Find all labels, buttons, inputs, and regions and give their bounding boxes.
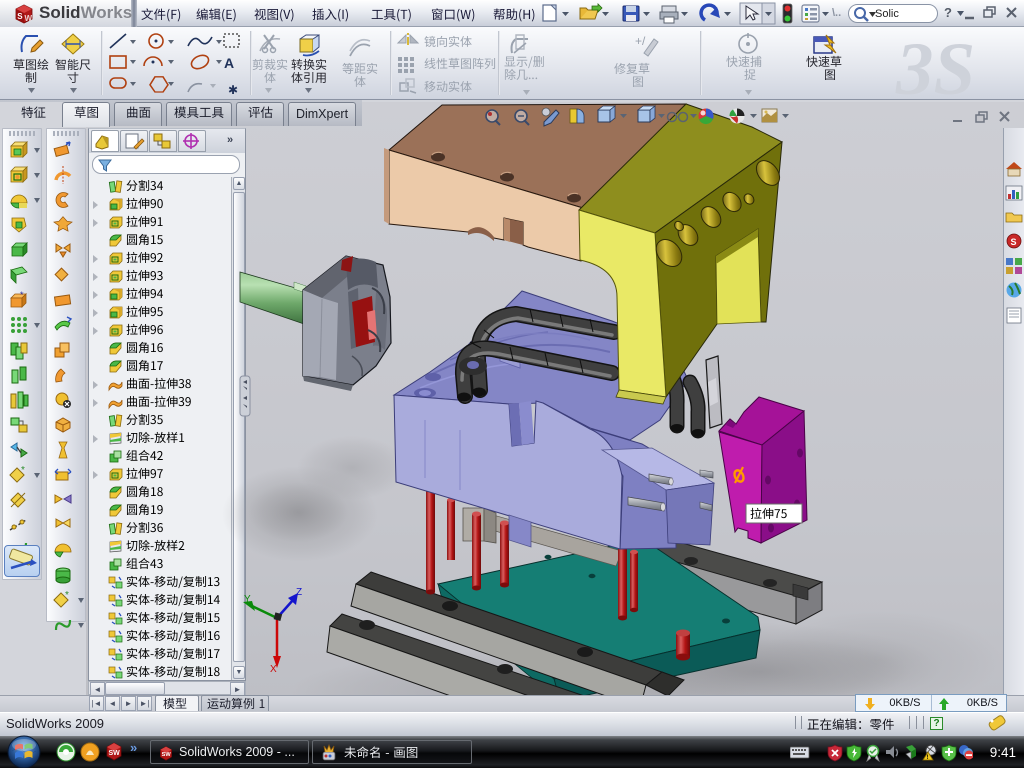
svg-text:Y: Y [244,594,251,605]
svg-text:Z: Z [296,587,302,598]
svg-text:X: X [270,664,277,675]
